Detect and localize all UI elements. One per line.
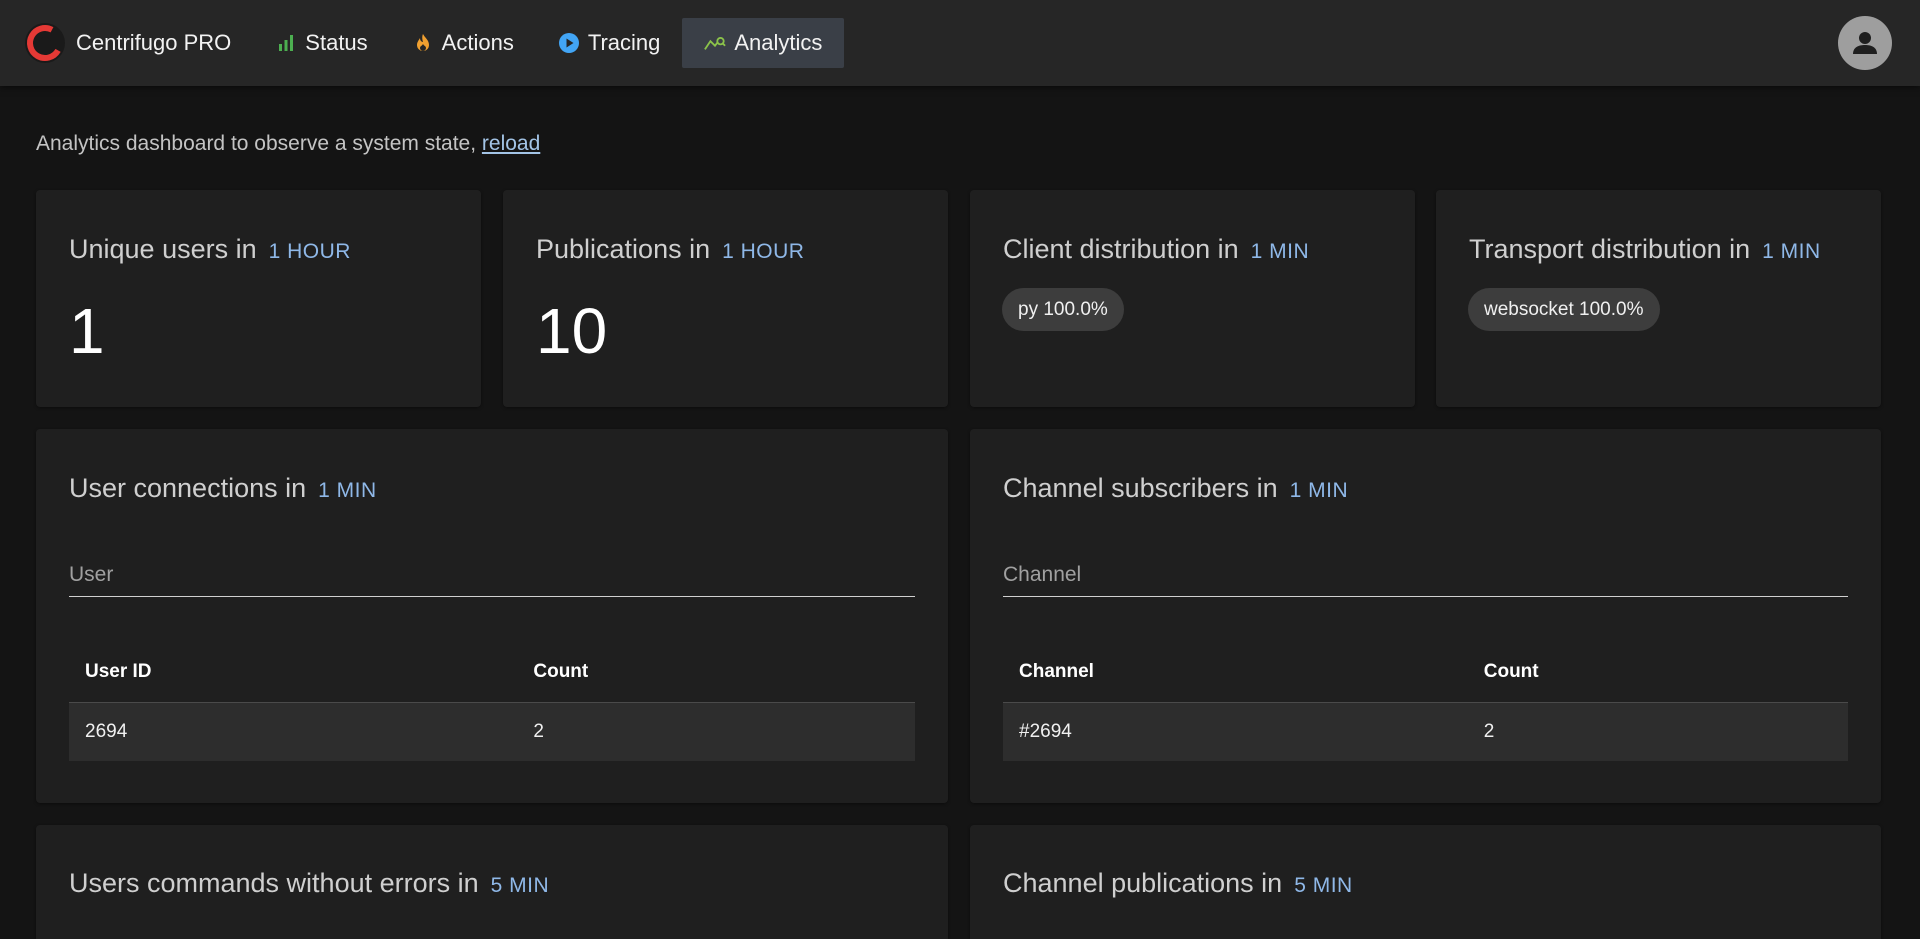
period-label: 1 HOUR (268, 240, 351, 263)
card-title: Publications in 1 HOUR (536, 234, 804, 265)
period-label: 1 MIN (1250, 240, 1310, 263)
play-circle-icon (558, 32, 580, 54)
column-header-count[interactable]: Count (1467, 643, 1848, 703)
nav-analytics-label: Analytics (734, 30, 823, 55)
channel-filter (1003, 555, 1848, 597)
card-title: User connections in 1 MIN (69, 473, 377, 504)
user-id-cell: 2694 (69, 702, 518, 761)
user-filter-input[interactable] (69, 555, 915, 595)
intro-description: Analytics dashboard to observe a system … (36, 132, 482, 155)
nav-tracing[interactable]: Tracing (536, 18, 683, 68)
table-header-row: Channel Count (1003, 643, 1848, 703)
column-header-count[interactable]: Count (517, 643, 915, 703)
card-title: Channel subscribers in 1 MIN (1003, 473, 1348, 504)
intro-text: Analytics dashboard to observe a system … (36, 132, 1881, 158)
card-title-text: User connections in (69, 473, 307, 503)
bar-chart-icon (275, 32, 297, 54)
card-client-distribution: Client distribution in 1 MIN py 100.0% (970, 190, 1415, 407)
fire-icon (412, 32, 434, 54)
table-row[interactable]: #2694 2 (1003, 702, 1848, 761)
card-transport-distribution: Transport distribution in 1 MIN websocket… (1436, 190, 1881, 407)
card-title-text: Unique users in (69, 234, 257, 264)
card-title-text: Client distribution in (1003, 234, 1239, 264)
period-label: 1 HOUR (722, 240, 805, 263)
card-title-text: Publications in (536, 234, 711, 264)
card-channel-publications: Channel publications in 5 MIN (970, 825, 1881, 939)
count-cell: 2 (1467, 702, 1848, 761)
transport-distribution-chip: websocket 100.0% (1468, 288, 1660, 331)
table-row[interactable]: 2694 2 (69, 702, 915, 761)
card-unique-users: Unique users in 1 HOUR 1 (36, 190, 481, 407)
period-label: 5 MIN (490, 874, 550, 897)
card-publications: Publications in 1 HOUR 10 (503, 190, 948, 407)
top-app-bar: Centrifugo PRO Status Actions Tracing An… (0, 0, 1920, 86)
nav-analytics[interactable]: Analytics (682, 18, 845, 68)
nav-actions-label: Actions (441, 30, 514, 55)
period-label: 1 MIN (1289, 479, 1349, 502)
reload-link[interactable]: reload (482, 132, 540, 155)
brand-name: Centrifugo PRO (76, 30, 232, 55)
period-label: 1 MIN (318, 479, 377, 502)
count-cell: 2 (517, 702, 915, 761)
client-distribution-chip: py 100.0% (1002, 288, 1124, 331)
card-channel-subscribers: Channel subscribers in 1 MIN Channel Coun… (970, 429, 1881, 803)
user-filter (69, 555, 915, 597)
user-icon (1853, 32, 1877, 54)
channel-filter-input[interactable] (1003, 555, 1848, 595)
channel-subscribers-table: Channel Count #2694 2 (1003, 643, 1848, 761)
centrifugo-logo-icon (25, 23, 65, 63)
nav-status[interactable]: Status (253, 18, 389, 68)
column-header-user-id[interactable]: User ID (69, 643, 518, 703)
card-title: Transport distribution in 1 MIN (1469, 234, 1821, 265)
card-title: Channel publications in 5 MIN (1003, 868, 1353, 899)
period-label: 1 MIN (1762, 240, 1821, 263)
card-title: Client distribution in 1 MIN (1003, 234, 1309, 265)
publications-value: 10 (536, 295, 608, 367)
table-header-row: User ID Count (69, 643, 915, 703)
user-connections-table: User ID Count 2694 2 (69, 643, 915, 761)
card-title: Unique users in 1 HOUR (69, 234, 351, 265)
card-user-connections: User connections in 1 MIN User ID Count 2… (36, 429, 948, 803)
card-title: Users commands without errors in 5 MIN (69, 868, 549, 899)
nav-status-label: Status (305, 30, 368, 55)
brand-home-link[interactable]: Centrifugo PRO (24, 18, 253, 68)
card-title-text: Channel publications in (1003, 868, 1283, 898)
unique-users-value: 1 (69, 295, 105, 367)
period-label: 5 MIN (1294, 874, 1353, 897)
card-title-text: Users commands without errors in (69, 868, 479, 898)
card-users-commands: Users commands without errors in 5 MIN (36, 825, 948, 939)
nav-actions[interactable]: Actions (390, 18, 536, 68)
analytics-icon (704, 32, 727, 54)
card-title-text: Transport distribution in (1469, 234, 1751, 264)
card-title-text: Channel subscribers in (1003, 473, 1278, 503)
main-content: Analytics dashboard to observe a system … (36, 86, 1881, 158)
column-header-channel[interactable]: Channel (1003, 643, 1468, 703)
account-avatar-button[interactable] (1838, 16, 1892, 70)
nav-tracing-label: Tracing (587, 30, 661, 55)
channel-cell: #2694 (1003, 702, 1468, 761)
